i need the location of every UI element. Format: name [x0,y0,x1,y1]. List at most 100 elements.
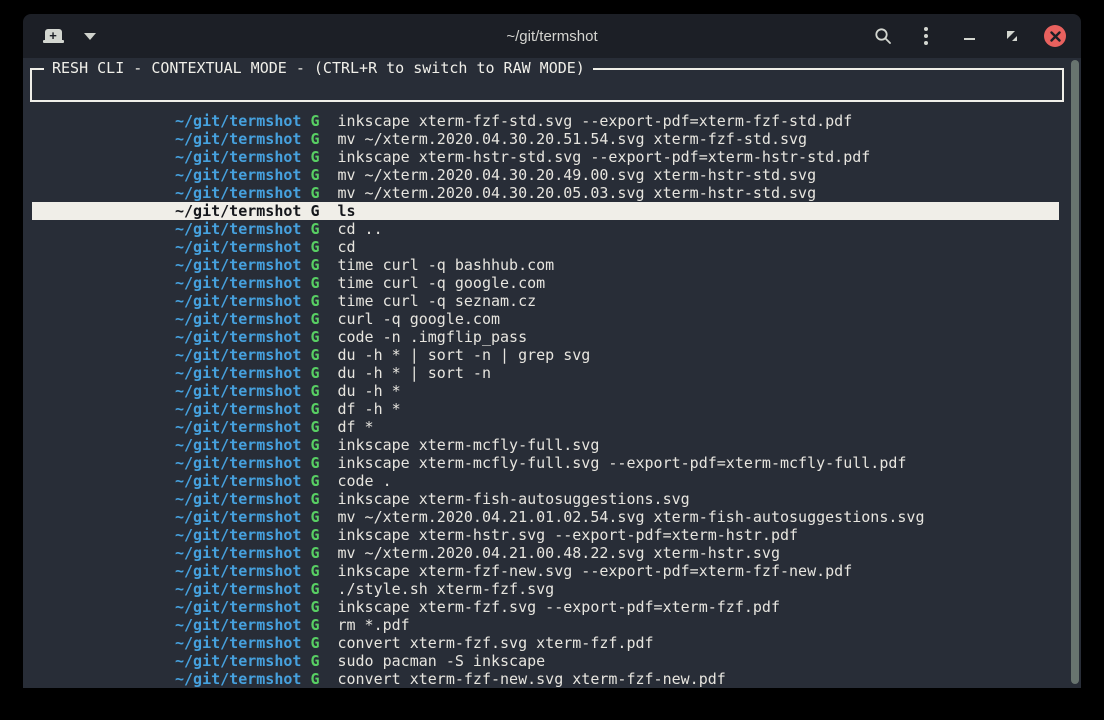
history-row[interactable]: ~/git/termshotGmv ~/xterm.2020.04.30.20.… [32,166,1059,184]
history-row[interactable]: ~/git/termshotGmv ~/xterm.2020.04.21.00.… [32,544,1059,562]
git-indicator: G [310,220,319,238]
git-indicator: G [310,238,319,256]
history-row[interactable]: ~/git/termshotGtime curl -q seznam.cz [32,292,1059,310]
search-icon [874,27,892,45]
history-row[interactable]: ~/git/termshotGmv ~/xterm.2020.04.30.20.… [32,130,1059,148]
command-text: mv ~/xterm.2020.04.21.00.48.22.svg xterm… [337,544,780,562]
prompt-path: ~/git/termshot [175,562,301,580]
prompt-path: ~/git/termshot [175,418,301,436]
command-text: inkscape xterm-fish-autosuggestions.svg [337,490,689,508]
command-text: inkscape xterm-fzf-std.svg --export-pdf=… [337,112,852,130]
git-indicator: G [310,202,319,220]
command-text: inkscape xterm-mcfly-full.svg [337,436,599,454]
command-text: sudo pacman -S inkscape [337,652,545,670]
command-text: time curl -q bashhub.com [337,256,554,274]
prompt-path: ~/git/termshot [175,454,301,472]
command-text: code -n .imgflip_pass [337,328,527,346]
prompt-path: ~/git/termshot [175,652,301,670]
terminal-content: RESH CLI - CONTEXTUAL MODE - (CTRL+R to … [23,58,1081,688]
history-row[interactable]: ~/git/termshotGconvert xterm-fzf.svg xte… [32,634,1059,652]
command-text: cd .. [337,220,382,238]
command-text: inkscape xterm-mcfly-full.svg --export-p… [337,454,906,472]
git-indicator: G [310,382,319,400]
command-text: mv ~/xterm.2020.04.30.20.05.03.svg xterm… [337,184,816,202]
history-row[interactable]: ~/git/termshotGdu -h * | sort -n | grep … [32,346,1059,364]
git-indicator: G [310,310,319,328]
history-row[interactable]: ~/git/termshotGls [32,202,1059,220]
history-row[interactable]: ~/git/termshotGinkscape xterm-mcfly-full… [32,454,1059,472]
git-indicator: G [310,508,319,526]
prompt-path: ~/git/termshot [175,436,301,454]
git-indicator: G [310,328,319,346]
history-row[interactable]: ~/git/termshotGmv ~/xterm.2020.04.21.01.… [32,508,1059,526]
command-text: inkscape xterm-hstr.svg --export-pdf=xte… [337,526,798,544]
command-text: inkscape xterm-fzf-new.svg --export-pdf=… [337,562,852,580]
prompt-path: ~/git/termshot [175,328,301,346]
git-indicator: G [310,166,319,184]
scrollbar-thumb[interactable] [1071,60,1079,684]
minimize-button[interactable] [958,25,980,47]
git-indicator: G [310,526,319,544]
prompt-path: ~/git/termshot [175,202,301,220]
search-button[interactable] [872,25,894,47]
history-row[interactable]: ~/git/termshotGdf * [32,418,1059,436]
restore-button[interactable] [1001,25,1023,47]
git-indicator: G [310,472,319,490]
history-row[interactable]: ~/git/termshot Gcode -n .imgflip_pass [32,328,1059,346]
history-row[interactable]: ~/git/termshotGinkscape xterm-fzf.svg --… [32,598,1059,616]
history-row[interactable]: ~/git/termshotGdu -h * [32,382,1059,400]
tab-menu-button[interactable] [79,25,101,47]
git-indicator: G [310,436,319,454]
menu-button[interactable] [915,25,937,47]
command-text: inkscape xterm-fzf.svg --export-pdf=xter… [337,598,780,616]
prompt-path: ~/git/termshot [175,400,301,418]
git-indicator: G [310,130,319,148]
git-indicator: G [310,562,319,580]
prompt-path: ~/git/termshot [175,130,301,148]
titlebar: + ~/git/termshot [23,14,1081,58]
prompt-path: ~/git/termshot [175,310,301,328]
history-row[interactable]: ~/git/termshotGdu -h * | sort -n [32,364,1059,382]
history-row[interactable]: ~/git/termshotGcode . [32,472,1059,490]
close-button[interactable] [1044,25,1066,47]
history-row[interactable]: ~/git/termshot Ginkscape xterm-fzf-std.sv… [32,112,1059,130]
command-text: code . [337,472,391,490]
history-row[interactable]: ~/git/termshotGtime curl -q bashhub.com [32,256,1059,274]
resh-header: RESH CLI - CONTEXTUAL MODE - (CTRL+R to … [44,59,593,77]
command-text: du -h * | sort -n [337,364,491,382]
history-row[interactable]: ~/git/termshot Ginkscape xterm-mcfly-full… [32,436,1059,454]
history-list: ~/git/termshot Ginkscape xterm-fzf-std.sv… [32,112,1059,688]
history-row[interactable]: ~/git/termshotGrm *.pdf [32,616,1059,634]
history-row[interactable]: ~/git/termshotGcurl -q google.com [32,310,1059,328]
history-row[interactable]: ~/git/termshotGinkscape xterm-hstr-std.s… [32,148,1059,166]
history-row[interactable]: ~/git/termshotGdf -h * [32,400,1059,418]
new-tab-button[interactable]: + [42,25,64,47]
prompt-path: ~/git/termshot [175,148,301,166]
git-indicator: G [310,670,319,688]
history-row[interactable]: ~/git/termshotGcd .. [32,220,1059,238]
resh-search-box[interactable]: RESH CLI - CONTEXTUAL MODE - (CTRL+R to … [30,68,1064,102]
history-row[interactable]: ~/git/termshot Ginkscape xterm-fzf-new.sv… [32,562,1059,580]
history-row[interactable]: ~/git/termshotGsudo pacman -S inkscape [32,652,1059,670]
history-row[interactable]: ~/git/termshotGcd [32,238,1059,256]
git-indicator: G [310,364,319,382]
git-indicator: G [310,418,319,436]
command-text: convert xterm-fzf.svg xterm-fzf.pdf [337,634,653,652]
git-indicator: G [310,580,319,598]
prompt-path: ~/git/termshot [175,670,301,688]
history-row[interactable]: ~/git/termshotGinkscape xterm-hstr.svg -… [32,526,1059,544]
prompt-path: ~/git/termshot [175,616,301,634]
git-indicator: G [310,544,319,562]
history-row[interactable]: ~/git/termshotGinkscape xterm-fish-autos… [32,490,1059,508]
chevron-down-icon [84,33,96,40]
git-indicator: G [310,148,319,166]
history-row[interactable]: ~/git/termshotGtime curl -q google.com [32,274,1059,292]
git-indicator: G [310,112,319,130]
history-row[interactable]: ~/git/termshotGmv ~/xterm.2020.04.30.20.… [32,184,1059,202]
prompt-path: ~/git/termshot [175,292,301,310]
history-row[interactable]: ~/git/termshotGconvert xterm-fzf-new.svg… [32,670,1059,688]
history-row[interactable]: ~/git/termshotG./style.sh xterm-fzf.svg [32,580,1059,598]
prompt-path: ~/git/termshot [175,508,301,526]
prompt-path: ~/git/termshot [175,112,301,130]
command-text: time curl -q google.com [337,274,545,292]
